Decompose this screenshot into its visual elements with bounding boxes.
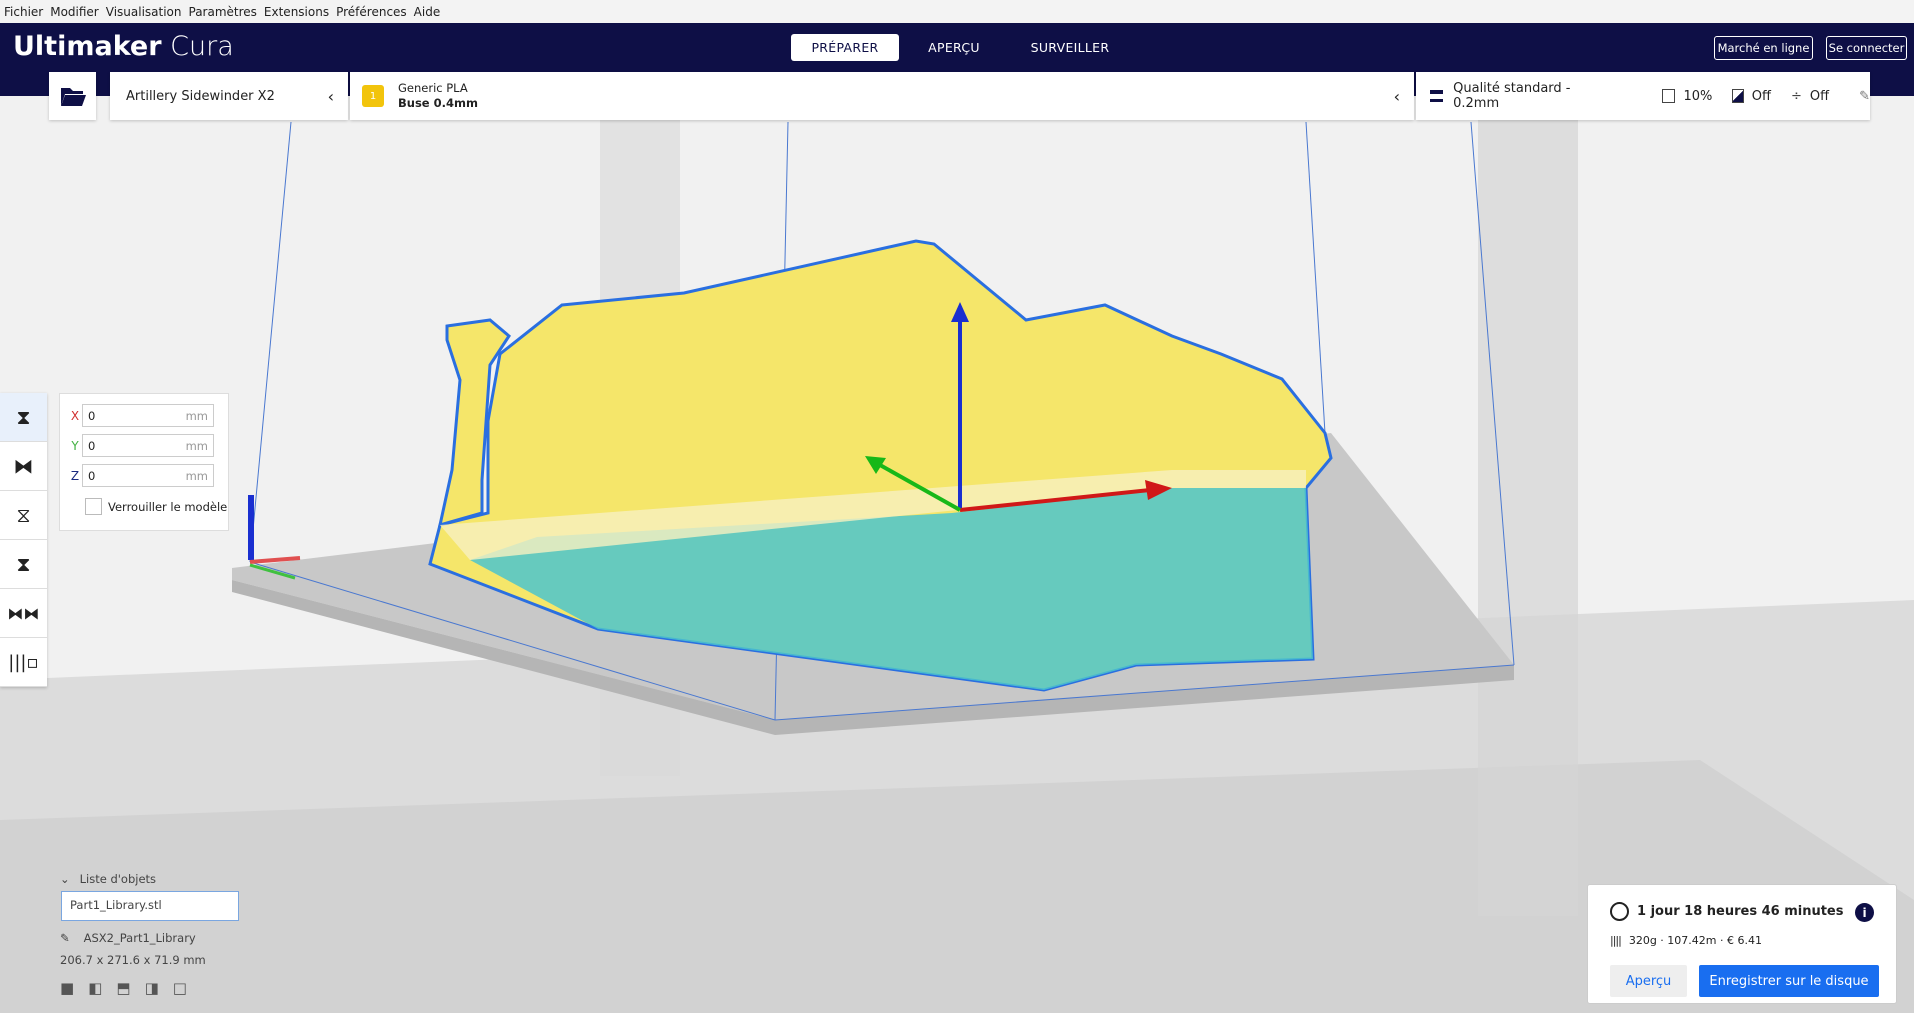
- support-blocker-icon: |||▫: [8, 651, 39, 673]
- pencil-icon[interactable]: ✎: [60, 931, 70, 945]
- chevron-left-icon: ‹: [327, 86, 334, 106]
- job-name[interactable]: ASX2_Part1_Library: [84, 931, 196, 945]
- menu-parametres[interactable]: Paramètres: [189, 5, 257, 19]
- folder-icon: [60, 88, 86, 106]
- object-list-toggle[interactable]: ⌄ Liste d'objets: [60, 872, 239, 886]
- lock-model-label: Verrouiller le modèle: [108, 499, 228, 514]
- printer-selector[interactable]: Artillery Sidewinder X2 ‹: [110, 72, 348, 120]
- 3d-viewport[interactable]: [0, 96, 1914, 1013]
- print-time: 1 jour 18 heures 46 minutes: [1637, 904, 1844, 919]
- logo-bold: Ultimaker: [13, 31, 162, 62]
- quality-profile: Qualité standard - 0.2mm: [1453, 81, 1571, 111]
- z-label: Z: [70, 468, 80, 483]
- x-value: 0: [88, 408, 96, 423]
- print-estimate-panel: 1 jour 18 heures 46 minutes i |||| 320g …: [1587, 884, 1897, 1004]
- infill-value: 10%: [1683, 88, 1713, 104]
- x-input[interactable]: 0 mm: [82, 404, 214, 427]
- spool-icon: ||||: [1610, 934, 1622, 947]
- object-item[interactable]: Part1_Library.stl: [61, 891, 239, 921]
- preview-button[interactable]: Aperçu: [1610, 965, 1687, 997]
- view-left-icon[interactable]: ◨: [145, 979, 159, 997]
- logo-light: Cura: [170, 31, 234, 62]
- frame-column: [1478, 96, 1578, 916]
- tab-preparer[interactable]: PRÉPARER: [791, 34, 899, 61]
- y-label: Y: [71, 438, 79, 453]
- y-value: 0: [88, 438, 96, 453]
- clock-icon: [1610, 902, 1629, 921]
- menu-fichier[interactable]: Fichier: [4, 5, 43, 19]
- view-right-icon[interactable]: □: [173, 979, 187, 997]
- view-3d-icon[interactable]: ■: [60, 979, 74, 997]
- save-to-disk-button[interactable]: Enregistrer sur le disque: [1699, 965, 1879, 997]
- lock-model-checkbox[interactable]: [85, 498, 102, 515]
- support-value: Off: [1751, 88, 1771, 104]
- extruder-number: 1: [369, 90, 377, 102]
- printer-name: Artillery Sidewinder X2: [126, 88, 275, 104]
- tool-column: ⧗ ⧓ ⧖ ⧗ ⧓⧓ |||▫: [0, 393, 47, 687]
- scale-icon: ⧓: [13, 454, 34, 478]
- per-model-settings-button[interactable]: ⧓⧓: [0, 589, 47, 638]
- info-icon[interactable]: i: [1855, 903, 1874, 922]
- nozzle-size: Buse 0.4mm: [398, 96, 478, 110]
- infill-icon: [1662, 89, 1676, 103]
- menu-bar: Fichier Modifier Visualisation Paramètre…: [0, 0, 1914, 23]
- chevron-down-icon: ⌄: [60, 872, 70, 886]
- view-top-icon[interactable]: ⬒: [116, 979, 130, 997]
- scale-tool-button[interactable]: ⧓: [0, 442, 47, 491]
- z-input[interactable]: 0 mm: [82, 464, 214, 487]
- support-icon: [1732, 89, 1744, 103]
- object-list-title: Liste d'objets: [79, 872, 157, 886]
- tab-apercu[interactable]: APERÇU: [910, 34, 998, 61]
- x-unit: mm: [185, 408, 208, 423]
- object-list: ⌄ Liste d'objets Part1_Library.stl ✎ ASX2_…: [60, 872, 239, 997]
- move-panel: X 0 mm Y 0 mm Z 0 mm Verrouiller le modèle: [59, 393, 229, 531]
- menu-aide[interactable]: Aide: [414, 5, 441, 19]
- adhesion-value: Off: [1809, 88, 1830, 104]
- menu-extensions[interactable]: Extensions: [264, 5, 329, 19]
- marketplace-button[interactable]: Marché en ligne: [1714, 36, 1813, 60]
- menu-visualisation[interactable]: Visualisation: [106, 5, 182, 19]
- menu-modifier[interactable]: Modifier: [50, 5, 99, 19]
- model-dimensions: 206.7 x 271.6 x 71.9 mm: [60, 953, 206, 967]
- adhesion-icon: ÷: [1790, 88, 1802, 104]
- chevron-left-icon: ‹: [1393, 86, 1400, 106]
- y-unit: mm: [185, 438, 208, 453]
- per-model-icon: ⧓⧓: [7, 603, 40, 623]
- x-label: X: [70, 408, 80, 423]
- material-name: Generic PLA: [398, 81, 468, 95]
- mirror-tool-button[interactable]: ⧗: [0, 540, 47, 589]
- view-front-icon[interactable]: ◧: [88, 979, 102, 997]
- material-selector[interactable]: 1 Generic PLA Buse 0.4mm ‹: [350, 72, 1414, 120]
- rotate-icon: ⧖: [16, 503, 31, 527]
- open-file-button[interactable]: [49, 72, 96, 120]
- support-blocker-button[interactable]: |||▫: [0, 638, 47, 687]
- menu-preferences[interactable]: Préférences: [336, 5, 407, 19]
- y-input[interactable]: 0 mm: [82, 434, 214, 457]
- pencil-icon[interactable]: ✎: [1859, 89, 1870, 104]
- print-settings-selector[interactable]: Qualité standard - 0.2mm 10% Off ÷ Off ✎: [1416, 72, 1870, 120]
- extruder-badge-icon: 1: [362, 85, 384, 107]
- tab-surveiller[interactable]: SURVEILLER: [1020, 34, 1120, 61]
- quality-icon: [1430, 90, 1444, 102]
- material-usage: 320g · 107.42m · € 6.41: [1628, 934, 1762, 947]
- rotate-tool-button[interactable]: ⧖: [0, 491, 47, 540]
- move-tool-button[interactable]: ⧗: [0, 393, 47, 442]
- mirror-icon: ⧗: [16, 552, 31, 576]
- z-value: 0: [88, 468, 96, 483]
- signin-button[interactable]: Se connecter: [1826, 36, 1907, 60]
- z-unit: mm: [185, 468, 208, 483]
- logo: Ultimaker Cura: [13, 31, 234, 62]
- move-icon: ⧗: [16, 405, 31, 429]
